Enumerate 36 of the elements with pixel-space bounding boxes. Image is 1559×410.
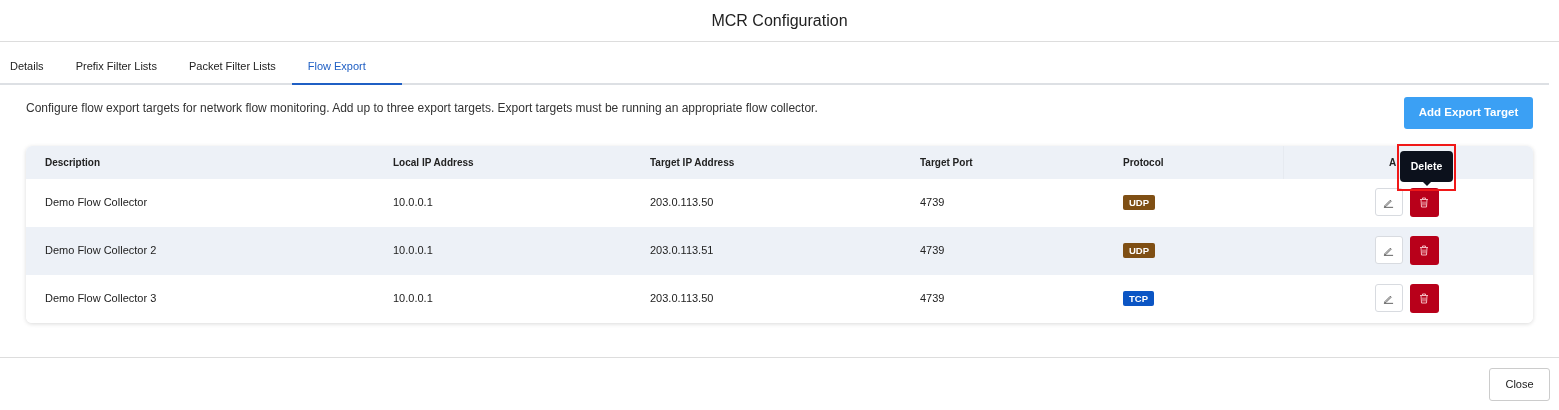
table-cell-text: 10.0.0.1 bbox=[392, 291, 434, 307]
delete-button[interactable] bbox=[1409, 236, 1439, 265]
highlight-frame bbox=[1397, 144, 1456, 191]
trash-icon bbox=[1419, 245, 1429, 256]
table-cell-text: Demo Flow Collector 2 bbox=[44, 243, 158, 259]
protocol-badge: UDP bbox=[1123, 195, 1156, 211]
table-cell-text: 203.0.113.50 bbox=[649, 195, 715, 211]
tab[interactable]: Details bbox=[0, 58, 60, 85]
column-header: Target IP Address bbox=[649, 155, 736, 170]
table-cell-text: 4739 bbox=[919, 243, 946, 259]
trash-icon bbox=[1419, 197, 1429, 208]
protocol-badge: UDP bbox=[1123, 243, 1156, 259]
table-cell-text: 10.0.0.1 bbox=[392, 243, 434, 259]
tab[interactable]: Flow Export bbox=[291, 58, 402, 85]
column-header: Description bbox=[44, 155, 101, 170]
table-cell-text: 4739 bbox=[919, 291, 946, 307]
edit-button[interactable] bbox=[1374, 188, 1403, 216]
window-title: MCR Configuration bbox=[711, 10, 848, 31]
tab[interactable]: Prefix Filter Lists bbox=[59, 58, 173, 85]
table-cell-text: 203.0.113.50 bbox=[649, 291, 715, 307]
tab[interactable]: Packet Filter Lists bbox=[172, 58, 292, 85]
table-cell-text: 4739 bbox=[919, 195, 946, 211]
column-header: A bbox=[1388, 155, 1397, 170]
table-cell-text: Demo Flow Collector bbox=[44, 195, 149, 211]
delete-button[interactable] bbox=[1409, 284, 1439, 313]
column-header: Protocol bbox=[1122, 155, 1165, 170]
close-button[interactable]: Close bbox=[1489, 367, 1550, 401]
table-cell-text: Demo Flow Collector 3 bbox=[44, 291, 158, 307]
trash-icon bbox=[1419, 293, 1429, 304]
table-cell-text: 10.0.0.1 bbox=[392, 195, 434, 211]
delete-button[interactable] bbox=[1409, 188, 1439, 217]
column-header: Target Port bbox=[919, 155, 974, 170]
table-cell-text: 203.0.113.51 bbox=[649, 243, 715, 259]
description-text: Configure flow export targets for network flow monitoring. Add up to three export targets. Export targets must be running an appropriate flow collector. bbox=[26, 99, 818, 117]
protocol-badge: TCP bbox=[1123, 291, 1154, 307]
column-header: Local IP Address bbox=[392, 155, 475, 170]
